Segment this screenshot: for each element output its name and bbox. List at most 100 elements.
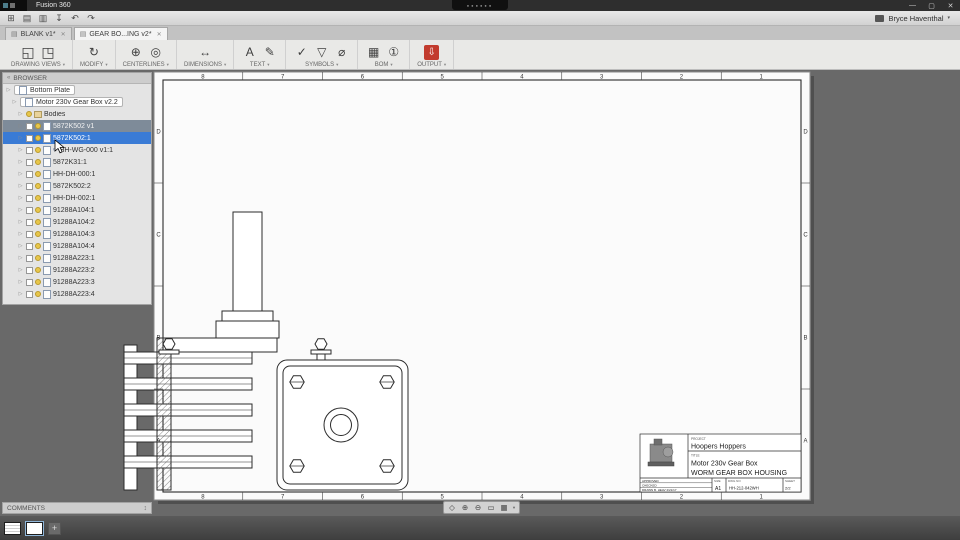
visibility-checkbox[interactable] <box>26 242 33 250</box>
tab-close-icon[interactable]: ✕ <box>157 31 162 38</box>
expand-arrow-icon[interactable]: ▷ <box>17 219 24 225</box>
visibility-checkbox[interactable] <box>26 194 33 202</box>
surface-texture-icon[interactable]: ✓ <box>293 44 310 61</box>
zoom-out-icon[interactable]: ⊖ <box>472 502 484 513</box>
expand-arrow-icon[interactable]: ▷ <box>17 255 24 261</box>
undo-icon[interactable]: ↶ <box>67 12 83 25</box>
expand-arrow-icon[interactable]: ▷ <box>17 267 24 273</box>
dimension-icon[interactable]: ↔ <box>197 44 214 61</box>
browser-item[interactable]: ▷ 5872K502 v1 <box>3 120 151 132</box>
browser-item[interactable]: ▷ HH-DH-000:1 <box>3 168 151 180</box>
leader-text-icon[interactable]: ✎ <box>261 44 278 61</box>
redo-icon[interactable]: ↷ <box>83 12 99 25</box>
display-settings-icon[interactable]: ▦ <box>498 502 510 513</box>
tab-close-icon[interactable]: ✕ <box>61 31 66 38</box>
app-grid-icon[interactable]: ⊞ <box>3 12 19 25</box>
browser-item[interactable]: ▷ 5872K502:2 <box>3 180 151 192</box>
zoom-window-icon[interactable]: ▭ <box>485 502 497 513</box>
lightbulb-icon[interactable] <box>35 291 41 297</box>
browser-item[interactable]: ▷ 91288A223:3 <box>3 276 151 288</box>
expand-arrow-icon[interactable]: ▷ <box>17 291 24 297</box>
expand-arrow-icon[interactable]: ▷ <box>11 99 18 105</box>
browser-item[interactable]: ▷ 91288A104:4 <box>3 240 151 252</box>
lightbulb-icon[interactable] <box>35 135 41 141</box>
zoom-in-icon[interactable]: ⊕ <box>459 502 471 513</box>
lightbulb-icon[interactable] <box>35 123 41 129</box>
close-button[interactable]: ✕ <box>941 0 960 11</box>
user-menu[interactable]: Bryce Haventhal <box>888 14 943 23</box>
expand-arrow-icon[interactable]: ▷ <box>17 159 24 165</box>
sheet-thumbnail-1[interactable] <box>4 521 21 535</box>
expand-arrow-icon[interactable]: ▷ <box>17 123 24 129</box>
expand-arrow-icon[interactable]: ▷ <box>5 87 12 93</box>
browser-item[interactable]: ▷∞HH-WG-000 v1:1 <box>3 144 151 156</box>
datum-identifier-icon[interactable]: ⌀ <box>333 44 350 61</box>
sheet-thumbnail-2[interactable] <box>25 520 44 536</box>
browser-item[interactable]: ▷ 91288A104:2 <box>3 216 151 228</box>
center-mark-icon[interactable]: ◎ <box>147 44 164 61</box>
comments-bar[interactable]: COMMENTS ↕ <box>2 502 152 514</box>
browser-item[interactable]: ▷ 91288A223:1 <box>3 252 151 264</box>
browser-item[interactable]: ▷ 5872K31:1 <box>3 156 151 168</box>
browser-item[interactable]: ▷ Bodies <box>3 108 151 120</box>
expand-arrow-icon[interactable]: ▷ <box>17 171 24 177</box>
visibility-checkbox[interactable] <box>26 230 33 238</box>
lightbulb-icon[interactable] <box>35 267 41 273</box>
chevron-down-icon[interactable]: ▾ <box>511 502 517 513</box>
chevron-down-icon[interactable]: ▾ <box>947 15 950 21</box>
document-tab[interactable]: ▤ BLANK v1* ✕ <box>5 27 72 40</box>
expand-arrow-icon[interactable]: ▷ <box>17 135 24 141</box>
browser-item[interactable]: ▷ 91288A223:2 <box>3 264 151 276</box>
visibility-checkbox[interactable] <box>26 254 33 262</box>
open-icon[interactable]: ▥ <box>35 12 51 25</box>
move-view-icon[interactable]: ↻ <box>85 44 102 61</box>
expand-comments-icon[interactable]: ↕ <box>144 505 148 512</box>
lightbulb-icon[interactable] <box>35 243 41 249</box>
visibility-checkbox[interactable] <box>26 218 33 226</box>
base-view-icon[interactable]: ◱ <box>20 44 37 61</box>
table-icon[interactable]: ▦ <box>365 44 382 61</box>
visibility-checkbox[interactable] <box>26 182 33 190</box>
visibility-checkbox[interactable] <box>26 134 33 142</box>
expand-arrow-icon[interactable]: ▷ <box>17 111 24 117</box>
lightbulb-icon[interactable] <box>35 147 41 153</box>
visibility-checkbox[interactable] <box>26 158 33 166</box>
collapse-browser-icon[interactable]: « <box>7 75 10 81</box>
browser-item[interactable]: ▷ 91288A104:3 <box>3 228 151 240</box>
add-sheet-button[interactable]: + <box>48 521 61 535</box>
document-tab[interactable]: ▤ GEAR BO...ING v2* ✕ <box>73 27 168 40</box>
maximize-button[interactable]: ▢ <box>922 0 941 11</box>
lightbulb-icon[interactable] <box>35 171 41 177</box>
expand-arrow-icon[interactable]: ▷ <box>17 231 24 237</box>
expand-arrow-icon[interactable]: ▷ <box>17 183 24 189</box>
expand-arrow-icon[interactable]: ▷ <box>17 147 24 153</box>
lightbulb-icon[interactable] <box>35 195 41 201</box>
lightbulb-icon[interactable] <box>35 207 41 213</box>
centerline-icon[interactable]: ⊕ <box>127 44 144 61</box>
visibility-checkbox[interactable] <box>26 278 33 286</box>
browser-item[interactable]: ▷ Bottom Plate <box>3 84 151 96</box>
pan-icon[interactable]: ◇ <box>446 502 458 513</box>
text-icon[interactable]: A <box>241 44 258 61</box>
visibility-checkbox[interactable] <box>26 206 33 214</box>
minimize-button[interactable]: — <box>903 0 922 11</box>
lightbulb-icon[interactable] <box>35 183 41 189</box>
save-icon[interactable]: ↧ <box>51 12 67 25</box>
lightbulb-icon[interactable] <box>35 231 41 237</box>
visibility-checkbox[interactable] <box>26 146 33 154</box>
projected-view-icon[interactable]: ◳ <box>40 44 57 61</box>
browser-item[interactable]: ▷ 91288A104:1 <box>3 204 151 216</box>
browser-item[interactable]: ▷ HH-DH-002:1 <box>3 192 151 204</box>
new-design-icon[interactable]: ▤ <box>19 12 35 25</box>
comments-icon[interactable] <box>875 14 885 22</box>
weld-symbol-icon[interactable]: ▽ <box>313 44 330 61</box>
drawing-canvas-area[interactable]: PROJECT Hoopers Hoppers TITLE Motor 230v… <box>0 70 960 516</box>
lightbulb-icon[interactable] <box>35 159 41 165</box>
browser-item[interactable]: ▷ Motor 230v Gear Box v2.2 <box>3 96 151 108</box>
expand-arrow-icon[interactable]: ▷ <box>17 279 24 285</box>
lightbulb-icon[interactable] <box>35 255 41 261</box>
visibility-checkbox[interactable] <box>26 122 33 130</box>
lightbulb-icon[interactable] <box>26 111 32 117</box>
expand-arrow-icon[interactable]: ▷ <box>17 195 24 201</box>
visibility-checkbox[interactable] <box>26 266 33 274</box>
